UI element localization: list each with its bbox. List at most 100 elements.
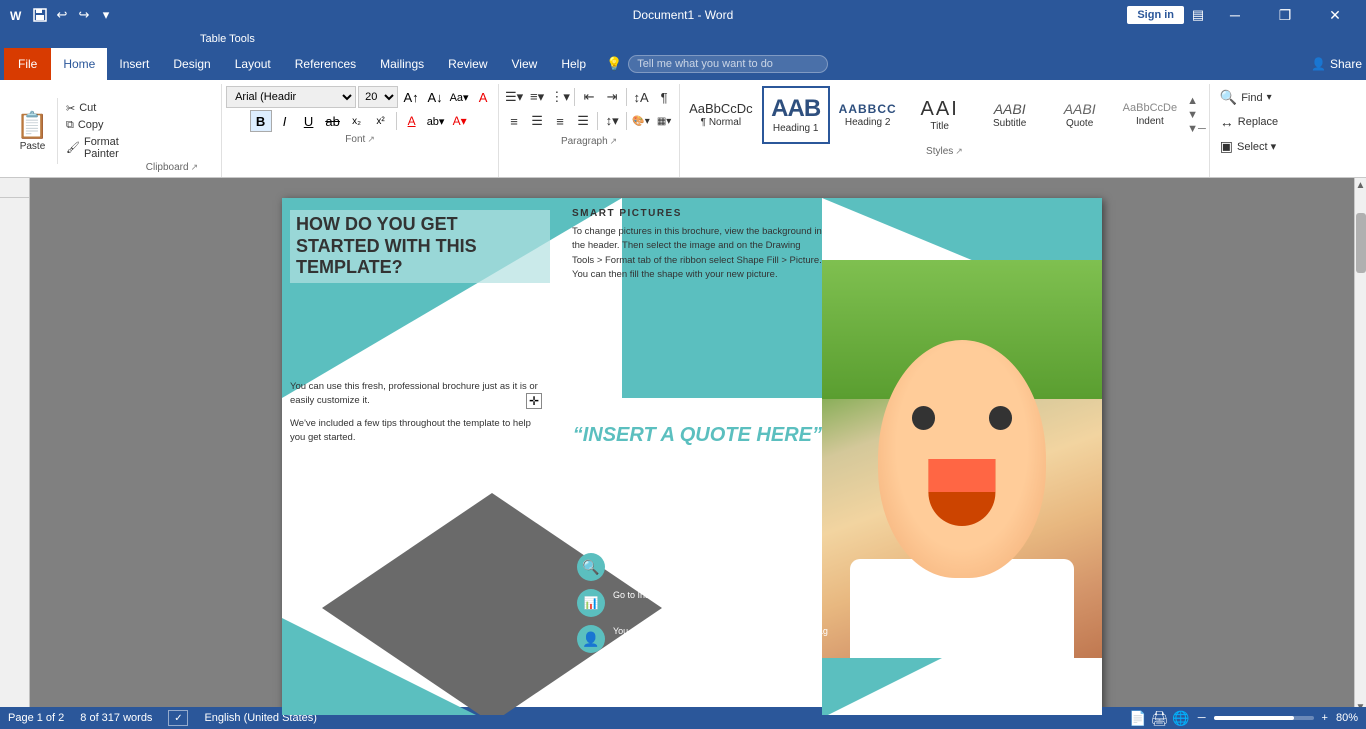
clear-formatting-btn[interactable]: A [472,86,494,108]
zoom-plus-btn[interactable]: + [1322,712,1328,724]
sort-btn[interactable]: ↕A [630,86,652,108]
font-size-select[interactable]: 20 [358,86,398,108]
subscript-button[interactable]: x₂ [346,110,368,132]
undo-btn[interactable]: ↩ [52,5,72,25]
scroll-up-arrow[interactable]: ▲ [1354,178,1366,193]
select-button[interactable]: ▣ Select ▾ [1214,135,1284,158]
increase-font-btn[interactable]: A↑ [400,86,422,108]
clipboard-expand-icon[interactable]: ↗ [191,162,199,173]
italic-button[interactable]: I [274,110,296,132]
document-heading: HOW DO YOU GET STARTED WITH THIS TEMPLAT… [290,210,550,283]
font-color-btn[interactable]: A▾ [449,110,471,132]
font-family-select[interactable]: Arial (Headir [226,86,356,108]
icon-circle-3: 👤 [577,625,605,653]
font-expand-icon[interactable]: ↗ [367,134,375,145]
change-case-btn[interactable]: Aa▾ [448,86,470,108]
decrease-indent-btn[interactable]: ⇤ [578,86,600,108]
replace-button[interactable]: ↔ Replace [1214,111,1284,133]
replace-label: Replace [1238,116,1278,128]
styles-scroll-up[interactable]: ▲ [1186,94,1207,108]
styles-scroll-down[interactable]: ▼ [1186,108,1207,122]
print-layout-icon[interactable]: 🖨 [1151,710,1169,727]
tab-mailings[interactable]: Mailings [368,48,436,80]
customize-qa-btn[interactable]: ▾ [96,5,116,25]
tab-help[interactable]: Help [549,48,598,80]
icon-text-2: Go to Insert on the ribbon and select Ic… [613,589,785,602]
justify-btn[interactable]: ☰ [572,110,594,132]
tab-layout[interactable]: Layout [223,48,283,80]
zoom-minus-btn[interactable]: ─ [1198,712,1206,724]
shading-btn[interactable]: 🎨▾ [630,110,652,132]
style-heading1[interactable]: AAB Heading 1 [762,86,830,144]
strikethrough-button[interactable]: ab [322,110,344,132]
tab-design[interactable]: Design [161,48,222,80]
paragraph-expand-icon[interactable]: ↗ [610,136,618,147]
web-view-icon[interactable]: 🌐 [1172,710,1189,727]
style-title[interactable]: AAI Title [906,86,974,144]
tell-me-input[interactable] [628,55,828,73]
divider [626,88,627,106]
paragraph-group: ☰▾ ≡▾ ⋮▾ ⇤ ⇥ ↕A ¶ ≡ ☰ ≡ ☰ ↕▾ 🎨▾ ▦▾ Parag… [499,84,680,177]
icon-circle-2: 📊 [577,589,605,617]
tab-insert[interactable]: Insert [107,48,161,80]
find-button[interactable]: 🔍 Find ▾ [1214,86,1284,109]
show-formatting-btn[interactable]: ¶ [653,86,675,108]
tab-view[interactable]: View [500,48,550,80]
tab-references[interactable]: References [283,48,368,80]
tab-file[interactable]: File [4,48,51,80]
style-heading2[interactable]: AABBCC Heading 2 [832,86,904,144]
document-viewport[interactable]: ✛ HOW DO YOU GET STARTED WITH THIS TEMPL… [30,178,1354,715]
save-quick-btn[interactable] [30,5,50,25]
tab-review[interactable]: Review [436,48,499,80]
bullets-button[interactable]: ☰▾ [503,86,525,108]
copy-button[interactable]: ⧉ Copy [62,117,123,134]
style-quote[interactable]: AABI Quote [1046,86,1114,144]
highlight-btn[interactable]: ab▾ [425,110,447,132]
redo-btn[interactable]: ↪ [74,5,94,25]
style-normal[interactable]: AaBbCcDc ¶ Normal [682,86,760,144]
cut-button[interactable]: ✂ Cut [62,100,123,117]
styles-expand-icon[interactable]: ↗ [955,146,963,157]
align-left-btn[interactable]: ≡ [503,110,525,132]
increase-indent-btn[interactable]: ⇥ [601,86,623,108]
borders-btn[interactable]: ▦▾ [653,110,675,132]
document-page: ✛ HOW DO YOU GET STARTED WITH THIS TEMPL… [282,198,1102,715]
tab-home[interactable]: Home [51,48,107,80]
multilevel-list-btn[interactable]: ⋮▾ [549,86,571,108]
close-btn[interactable]: ✕ [1312,0,1358,30]
numbering-button[interactable]: ≡▾ [526,86,548,108]
icon-text-3: You can change the color of the icon to … [613,625,837,650]
style-quote-label: Quote [1066,118,1093,129]
share-button[interactable]: 👤 Share [1311,57,1362,71]
zoom-slider[interactable] [1214,716,1314,720]
paste-button[interactable]: 📋 Paste [8,98,58,164]
align-right-btn[interactable]: ≡ [549,110,571,132]
scroll-thumb[interactable] [1356,213,1366,273]
restore-btn[interactable]: ❐ [1262,0,1308,30]
line-spacing-btn[interactable]: ↕▾ [601,110,623,132]
cut-icon: ✂ [66,102,75,115]
word-icon: W [8,7,24,23]
decrease-font-btn[interactable]: A↓ [424,86,446,108]
minimize-btn[interactable]: ─ [1212,0,1258,30]
scrollbar-right[interactable]: ▲ ▼ [1354,178,1366,715]
align-center-btn[interactable]: ☰ [526,110,548,132]
eye-right [989,406,1013,430]
main-area: ✛ HOW DO YOU GET STARTED WITH THIS TEMPL… [0,178,1366,715]
style-subtitle[interactable]: AABI Subtitle [976,86,1044,144]
icon-item-3: 👤 You can change the color of the icon t… [577,625,837,653]
format-painter-button[interactable]: 🖌 Format Painter [62,134,123,162]
bold-button[interactable]: B [250,110,272,132]
sign-in-button[interactable]: Sign in [1127,6,1184,24]
styles-expand-btn[interactable]: ▼─ [1186,122,1207,136]
text-effects-btn[interactable]: A [401,110,423,132]
smart-pictures-area: SMART PICTURES To change pictures in thi… [572,208,822,282]
style-indent[interactable]: AaBbCcDe Indent [1116,86,1184,144]
proofing-icon[interactable]: ✓ [168,710,188,726]
underline-button[interactable]: U [298,110,320,132]
ribbon-display-btn[interactable]: ▤ [1188,5,1208,25]
superscript-button[interactable]: x² [370,110,392,132]
table-move-handle[interactable]: ✛ [526,393,542,409]
read-mode-icon[interactable]: 📄 [1129,710,1146,727]
styles-content: AaBbCcDc ¶ Normal AAB Heading 1 AABBCC H… [682,86,1207,144]
